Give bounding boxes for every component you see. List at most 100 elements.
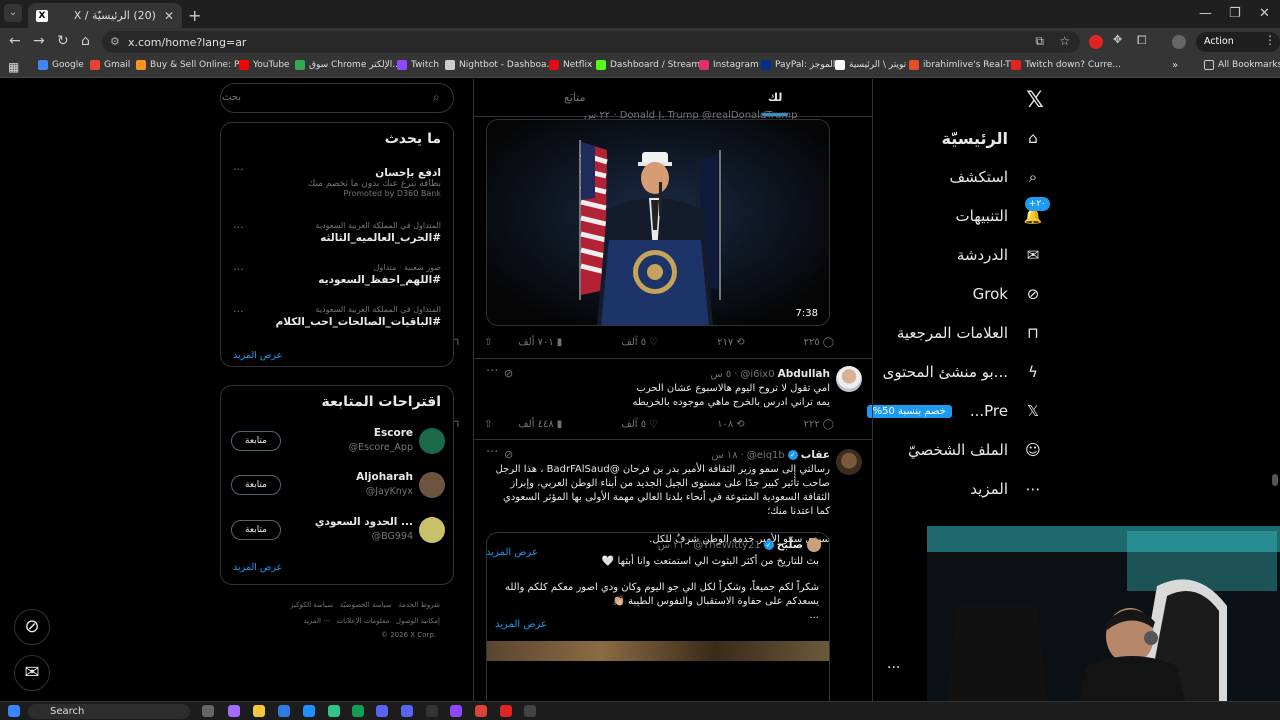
forward-button[interactable]: →	[33, 33, 45, 49]
taskbar-search[interactable]: Search	[28, 704, 190, 719]
x-logo-icon[interactable]: 𝕏	[1023, 89, 1047, 113]
grok-explain-icon[interactable]: ⊘	[504, 367, 513, 380]
follow-suggestion[interactable]: Aljoharah @JayKnyx متابعة	[231, 468, 445, 504]
tab-for-you[interactable]: لك	[761, 91, 789, 116]
more-options-icon[interactable]: ···	[486, 364, 498, 379]
back-button[interactable]: ←	[9, 33, 21, 49]
suggestion-name[interactable]: Escore	[374, 427, 413, 439]
close-window-button[interactable]: ✕	[1259, 6, 1270, 21]
more-options-icon[interactable]: ···	[233, 163, 244, 176]
extensions-puzzle-icon[interactable]: ⧠	[1137, 33, 1147, 48]
app-icon[interactable]	[426, 705, 438, 717]
more-options-icon[interactable]: ···	[233, 263, 244, 276]
bookmark-item[interactable]: Nightbot - Dashboa...	[445, 60, 555, 70]
follow-suggestion[interactable]: الحدود السعودي ... @BG994 متابعة	[231, 513, 445, 549]
new-tab-button[interactable]: +	[188, 6, 201, 25]
footer-link[interactable]: ··· المزيد	[303, 617, 330, 625]
nav-item[interactable]: استكشف ⌕	[950, 166, 1044, 188]
grok-explain-icon[interactable]: ⊘	[504, 448, 513, 461]
views-count[interactable]: ▮ ٧٠١ ألف	[518, 337, 562, 348]
restore-button[interactable]: ❐	[1229, 6, 1241, 21]
browser-tab[interactable]: X (20) الرئيسيّة / X ✕	[28, 3, 182, 28]
avatar[interactable]	[419, 472, 445, 498]
bookmark-item[interactable]: سوق Chrome الإلكتر...	[295, 60, 401, 70]
quote-media[interactable]	[487, 641, 829, 661]
suggestion-name[interactable]: Aljoharah	[356, 471, 413, 483]
install-app-icon[interactable]: ⧉	[1035, 34, 1044, 49]
nav-item[interactable]: التنبيهات 🔔 +٢٠	[956, 197, 1050, 227]
nav-item[interactable]: الملف الشخصيّ ☺	[908, 439, 1044, 461]
tab-following[interactable]: متابَع	[564, 91, 585, 104]
more-options-icon[interactable]: ···	[486, 445, 498, 460]
nav-item[interactable]: ...بو منشئ المحتوى ϟ	[883, 361, 1044, 383]
like-count[interactable]: ♡ ٥ آلف	[621, 337, 658, 348]
repost-count[interactable]: ⟲ ١٠٨	[717, 419, 745, 430]
bookmark-item[interactable]: YouTube	[239, 60, 290, 70]
app-icon[interactable]	[524, 705, 536, 717]
app-icon[interactable]	[303, 705, 315, 717]
trend-item[interactable]: صور شعبية · متداول #اللهم_احفظ_السعوديه	[231, 263, 441, 286]
bookmark-item[interactable]: Twitch down? Curre...	[1011, 60, 1121, 70]
nav-item[interactable]: العلامات المرجعية ⊓	[897, 322, 1044, 344]
bookmark-star-icon[interactable]: ☆	[1059, 34, 1070, 48]
footer-link[interactable]: سياسة الكوكيز	[290, 601, 333, 609]
nav-item[interactable]: خصم بنسبة 50% Pre... 𝕏	[866, 400, 1044, 422]
apps-grid-icon[interactable]: ▦	[8, 60, 19, 74]
show-more-link[interactable]: عرض المزيد	[233, 350, 282, 361]
repost-count[interactable]: ⟲ ٢١٧	[717, 337, 745, 348]
post-author-name[interactable]: عقاب	[801, 449, 830, 461]
home-button[interactable]: ⌂	[81, 33, 90, 49]
nav-item[interactable]: الرئيسيّة ⌂	[942, 127, 1045, 149]
discord-icon[interactable]	[401, 705, 413, 717]
page-scrollbar[interactable]	[1272, 474, 1278, 486]
follow-button[interactable]: متابعة	[231, 520, 281, 540]
profile-avatar-icon[interactable]	[1172, 35, 1186, 49]
app-icon[interactable]	[278, 705, 290, 717]
avatar[interactable]	[419, 428, 445, 454]
post-handle[interactable]: @eiq1b	[747, 450, 785, 461]
post-author-name[interactable]: Abdullah	[778, 368, 830, 380]
share-icon[interactable]: ⇧	[484, 419, 492, 430]
file-explorer-icon[interactable]	[253, 705, 265, 717]
bookmark-item[interactable]: ibrahimlive's Real-Ti...	[909, 60, 1021, 70]
trend-item[interactable]: المتداول في المملكة العربية السعودية #ال…	[231, 221, 441, 244]
reply-count[interactable]: ◯ ٢٢٢	[804, 419, 834, 430]
minimize-button[interactable]: —	[1199, 6, 1212, 21]
footer-link[interactable]: معلومات الإعلانات	[337, 617, 390, 625]
twitch-icon[interactable]	[450, 705, 462, 717]
post-handle[interactable]: @i6ix0	[740, 369, 774, 380]
avatar[interactable]	[836, 449, 862, 475]
follow-button[interactable]: متابعة	[231, 431, 281, 451]
bookmark-item[interactable]: PayPal: الموجز	[761, 60, 835, 70]
bookmark-item[interactable]: Twitch	[397, 60, 439, 70]
bookmarks-overflow-icon[interactable]: »	[1172, 60, 1178, 71]
reply-count[interactable]: ◯ ٢٢٥	[804, 337, 834, 348]
trend-item[interactable]: المتداول في المملكة العربية السعودية #ال…	[231, 305, 441, 328]
chrome-icon[interactable]	[475, 705, 487, 717]
nav-item[interactable]: الدردشة ✉	[957, 244, 1044, 266]
task-view-icon[interactable]	[202, 705, 214, 717]
bookmark-item[interactable]: Netflix	[549, 60, 592, 70]
grok-floating-button[interactable]: ⊘	[14, 609, 50, 645]
bookmark-item[interactable]: Gmail	[90, 60, 130, 70]
reload-button[interactable]: ↻	[57, 33, 69, 49]
bookmark-item[interactable]: Dashboard / Stream...	[596, 60, 709, 70]
nav-item[interactable]: Grok ⊘	[973, 283, 1044, 305]
avatar[interactable]	[419, 517, 445, 543]
footer-link[interactable]: شروط الخدمة	[398, 601, 440, 609]
avatar[interactable]	[836, 366, 862, 392]
more-options-icon[interactable]: ···	[233, 305, 244, 318]
edge-icon[interactable]	[352, 705, 364, 717]
footer-link[interactable]: إمكانية الوصول	[396, 617, 440, 625]
suggestion-name[interactable]: الحدود السعودي ...	[315, 516, 413, 528]
quote-author-name[interactable]: صلّبح	[777, 539, 803, 551]
messages-floating-button[interactable]: ✉	[14, 655, 50, 691]
app-icon[interactable]	[328, 705, 340, 717]
quote-handle[interactable]: @TheWitty21	[693, 540, 761, 551]
bookmark-item[interactable]: Google	[38, 60, 84, 70]
app-icon[interactable]	[500, 705, 512, 717]
all-bookmarks-button[interactable]: All Bookmarks	[1204, 60, 1280, 70]
share-icon[interactable]: ⇧	[484, 337, 492, 348]
extension-red-icon[interactable]	[1089, 35, 1103, 49]
quoted-post[interactable]: ٢١ س · @TheWitty21 ✓ صلّبح بث للتاريخ من …	[486, 532, 830, 701]
